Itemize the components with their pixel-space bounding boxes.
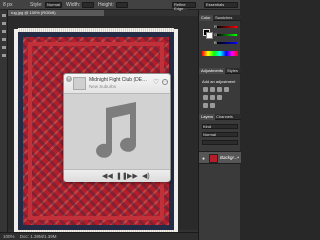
refine-edge-button[interactable]: Refine Edge... [172, 2, 196, 11]
tab-styles[interactable]: Styles [225, 68, 240, 74]
workspace-select[interactable]: Essentials [204, 2, 238, 8]
adjustments-title: Add an adjustment [202, 79, 236, 84]
width-label: Width: [66, 2, 81, 8]
curves-icon[interactable] [217, 87, 222, 92]
heart-icon[interactable]: ♡ [153, 78, 159, 86]
height-label: Height: [98, 2, 114, 8]
options-bar: 8 px Style: Normal Width: Height: Refine… [0, 0, 240, 11]
red-slider[interactable] [217, 26, 237, 28]
zoom-level[interactable]: 100% [3, 234, 15, 239]
tab-layers[interactable]: Layers [199, 114, 216, 120]
fast-forward-icon[interactable]: ▶▶ [127, 172, 138, 181]
brightness-icon[interactable] [203, 87, 208, 92]
black-white-icon[interactable] [217, 95, 222, 100]
green-slider[interactable] [217, 34, 237, 36]
blue-slider[interactable] [217, 42, 237, 44]
menu-item-feather[interactable]: 8 px [3, 1, 12, 9]
height-field[interactable] [116, 2, 128, 8]
tab-swatches[interactable]: Swatches [213, 15, 234, 21]
app-window: 8 px Style: Normal Width: Height: Refine… [0, 0, 241, 240]
blend-mode-select[interactable]: Normal [202, 132, 238, 137]
close-icon[interactable]: × [66, 76, 72, 82]
color-panel-tabs: Color Swatches [199, 15, 241, 21]
track-artist: New Suburbs [89, 84, 117, 89]
player-header: × Midnight Fight Club (DEEUT TRRRE New S… [64, 74, 170, 94]
layer-thumbnail [209, 154, 218, 163]
color-balance-icon[interactable] [210, 95, 215, 100]
color-spectrum[interactable] [202, 51, 238, 56]
exposure-icon[interactable] [224, 87, 229, 92]
playback-controls: ◀◀ ❚❚ ▶▶ ◀) [64, 169, 170, 182]
tools-panel [0, 10, 8, 232]
background-color-swatch[interactable] [206, 32, 213, 39]
tool-icons[interactable] [0, 10, 8, 70]
status-bar: 100% Doc: 1.39M/1.39M [0, 232, 198, 240]
layer-name[interactable]: Backgr... [220, 155, 238, 160]
tab-channels[interactable]: Channels [214, 114, 235, 120]
doc-info: Doc: 1.39M/1.39M [19, 234, 57, 239]
track-title: Midnight Fight Club (DEEUT TRRRE [89, 77, 149, 83]
album-thumbnail [73, 77, 86, 90]
width-field[interactable] [82, 2, 94, 8]
menu-item-style: Style: [30, 2, 43, 8]
style-select[interactable]: Normal [45, 2, 62, 8]
hue-saturation-icon[interactable] [203, 95, 208, 100]
posterize-icon[interactable] [210, 103, 215, 108]
volume-icon[interactable]: ◀) [142, 172, 150, 181]
tab-adjustments[interactable]: Adjustments [199, 68, 226, 74]
layer-filter-select[interactable]: Kind [202, 124, 238, 129]
right-panels: Color Swatches R G B Adjustments Styles … [198, 10, 241, 240]
pause-icon[interactable]: ❚❚ [116, 172, 128, 181]
tab-color[interactable]: Color [199, 15, 213, 21]
lock-icon: ▪ [237, 155, 239, 161]
mini-player[interactable]: × Midnight Fight Club (DEEUT TRRRE New S… [63, 73, 171, 182]
visibility-eye-icon[interactable]: ● [202, 156, 205, 162]
levels-icon[interactable] [210, 87, 215, 92]
layers-panel-tabs: Layers Channels [199, 114, 241, 120]
music-note-icon [96, 102, 137, 158]
more-icon[interactable]: ⋯ [162, 79, 168, 85]
artwork-area [64, 94, 170, 169]
adjustments-panel-tabs: Adjustments Styles [199, 68, 241, 74]
invert-icon[interactable] [203, 103, 208, 108]
rewind-icon[interactable]: ◀◀ [102, 172, 113, 181]
layer-row[interactable]: ● Backgr... ▪ [199, 151, 241, 164]
lock-options[interactable] [202, 140, 238, 145]
